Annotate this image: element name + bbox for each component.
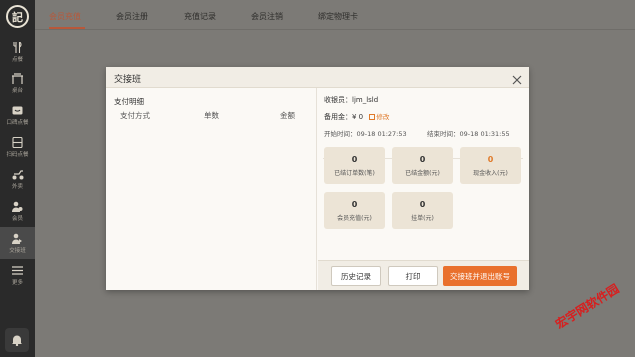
column-order-count: 单数 bbox=[204, 111, 219, 120]
stat-value: 0 bbox=[419, 154, 426, 164]
edit-label: 修改 bbox=[376, 113, 390, 121]
app-logo: 記 bbox=[6, 5, 29, 28]
shift-handover-dialog: 交接班 支付明细 支付方式 单数 金额 收银员：ljm_lsld 备用金：¥ 0… bbox=[106, 67, 529, 290]
stat-value: 0 bbox=[419, 199, 426, 209]
stat-value: 0 bbox=[487, 154, 494, 164]
sidebar-item-table[interactable]: 桌台 bbox=[0, 67, 35, 99]
edit-icon bbox=[369, 114, 376, 120]
end-time-row: 结束时间：09-18 01:31:55 bbox=[427, 128, 510, 138]
sidebar-item-label: 点餐 bbox=[11, 56, 23, 63]
sidebar-item-scan-order[interactable]: 扫码点餐 bbox=[0, 131, 35, 163]
tab-bind-physical-card[interactable]: 绑定物理卡 bbox=[318, 11, 358, 22]
sidebar-item-label: 更多 bbox=[11, 279, 23, 286]
more-list-icon bbox=[12, 265, 24, 276]
stat-label: 会员充值(元) bbox=[337, 214, 372, 222]
sidebar-item-koubei[interactable]: 口碑点餐 bbox=[0, 99, 35, 131]
stat-settled-amount: 0 已结金额(元) bbox=[392, 147, 453, 184]
sidebar-item-label: 口碑点餐 bbox=[6, 119, 29, 126]
sidebar-item-label: 会员 bbox=[11, 215, 23, 222]
tab-member-cancel[interactable]: 会员注销 bbox=[251, 11, 283, 22]
sidebar-item-more[interactable]: 更多 bbox=[0, 259, 35, 291]
sidebar-item-order[interactable]: 点餐 bbox=[0, 36, 35, 68]
cashier-row: 收银员：ljm_lsld bbox=[324, 95, 378, 105]
active-tab-indicator bbox=[49, 27, 85, 29]
koubei-icon bbox=[12, 105, 24, 116]
sidebar-item-label: 交接班 bbox=[9, 247, 26, 254]
stat-settled-orders: 0 已结订单数(笔) bbox=[324, 147, 385, 184]
tab-member-register[interactable]: 会员注册 bbox=[116, 11, 148, 22]
sidebar-item-shift-handover[interactable]: 交接班 bbox=[0, 227, 35, 259]
stat-pending-orders: 0 挂单(元) bbox=[392, 192, 453, 229]
delivery-icon bbox=[12, 169, 24, 180]
print-button[interactable]: 打印 bbox=[388, 266, 438, 286]
payment-details-panel: 支付明细 支付方式 单数 金额 bbox=[106, 88, 317, 290]
sidebar-item-label: 扫码点餐 bbox=[6, 151, 29, 158]
sidebar-item-member[interactable]: 会员 bbox=[0, 195, 35, 227]
payment-details-title: 支付明细 bbox=[114, 97, 144, 106]
tab-recharge-records[interactable]: 充值记录 bbox=[184, 11, 216, 22]
member-icon bbox=[12, 201, 24, 212]
cashier-value: ljm_lsld bbox=[352, 96, 379, 104]
edit-reserve-link[interactable]: 修改 bbox=[365, 113, 389, 121]
scan-order-icon bbox=[12, 136, 24, 148]
close-icon[interactable] bbox=[511, 71, 523, 85]
member-tab-bar: 会员充值 会员注册 充值记录 会员注销 绑定物理卡 bbox=[35, 0, 635, 30]
stat-label: 已结金额(元) bbox=[405, 169, 440, 177]
column-amount: 金额 bbox=[280, 111, 295, 120]
sidebar-item-label: 外卖 bbox=[11, 183, 23, 190]
table-icon bbox=[12, 72, 24, 84]
stat-cash-income: 0 现金收入(元) bbox=[460, 147, 521, 184]
stat-label: 现金收入(元) bbox=[473, 169, 508, 177]
start-time-label: 开始时间： bbox=[324, 130, 357, 138]
reserve-value: ¥ 0 bbox=[352, 113, 364, 121]
shift-handover-icon bbox=[12, 233, 24, 244]
bell-icon bbox=[11, 331, 23, 350]
handover-logout-button[interactable]: 交接班并退出账号 bbox=[443, 266, 517, 286]
watermark: 宏宇网软件园 bbox=[553, 281, 622, 332]
sidebar-item-label: 桌台 bbox=[11, 87, 23, 94]
dialog-footer: 历史记录 打印 交接班并退出账号 bbox=[318, 260, 529, 290]
sidebar-item-delivery[interactable]: 外卖 bbox=[0, 163, 35, 195]
stat-value: 0 bbox=[351, 154, 358, 164]
stat-label: 已结订单数(笔) bbox=[334, 169, 375, 177]
dialog-title: 交接班 bbox=[114, 75, 142, 85]
reserve-row: 备用金：¥ 0 修改 bbox=[324, 111, 389, 122]
notification-button[interactable] bbox=[5, 328, 29, 352]
stat-label: 挂单(元) bbox=[411, 214, 434, 222]
end-time-value: 09-18 01:31:55 bbox=[459, 130, 510, 138]
cashier-label: 收银员： bbox=[324, 96, 352, 104]
stat-value: 0 bbox=[351, 199, 358, 209]
dialog-header: 交接班 bbox=[106, 67, 529, 88]
sidebar: 記 点餐 桌台 口碑点餐 扫码点餐 外卖 会员 交接班 更多 bbox=[0, 0, 35, 357]
end-time-label: 结束时间： bbox=[427, 130, 460, 138]
start-time-row: 开始时间：09-18 01:27:53 bbox=[324, 128, 407, 138]
fork-knife-icon bbox=[12, 41, 24, 53]
column-payment-method: 支付方式 bbox=[120, 111, 150, 120]
start-time-value: 09-18 01:27:53 bbox=[356, 130, 407, 138]
history-button[interactable]: 历史记录 bbox=[331, 266, 381, 286]
reserve-label: 备用金： bbox=[324, 113, 352, 121]
tab-member-recharge[interactable]: 会员充值 bbox=[49, 11, 81, 22]
stat-member-recharge: 0 会员充值(元) bbox=[324, 192, 385, 229]
